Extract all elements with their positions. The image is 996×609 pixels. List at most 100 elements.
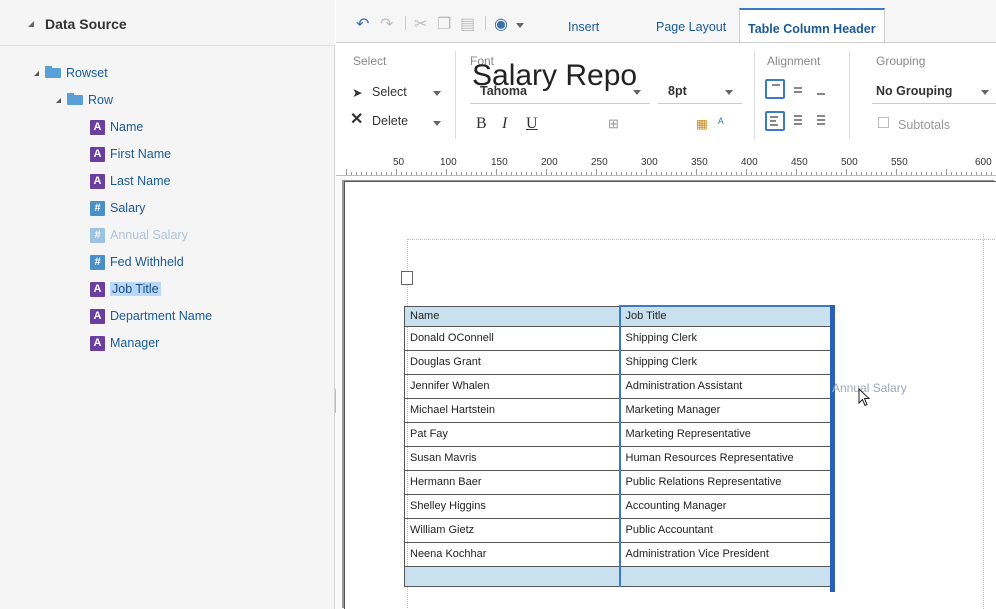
ruler-label: 400 — [741, 157, 758, 168]
chevron-down-icon[interactable] — [981, 90, 989, 95]
table-cell[interactable]: Michael Hartstein — [404, 397, 620, 423]
table-cell[interactable]: Administration Assistant — [618, 373, 832, 399]
field-manager[interactable]: A Manager — [90, 334, 159, 352]
tree-rowset[interactable]: Rowset — [34, 64, 108, 82]
table-cell[interactable]: Douglas Grant — [404, 349, 620, 375]
ruler-label: 450 — [791, 157, 808, 168]
table-cell[interactable]: Marketing Representative — [618, 421, 832, 447]
paste-icon[interactable]: ▤ — [460, 14, 475, 34]
number-type-icon: # — [90, 200, 105, 216]
ruler-label: 500 — [841, 157, 858, 168]
tree-row-label: Row — [88, 93, 114, 107]
grouping-group-label: Grouping — [876, 54, 926, 68]
report-table[interactable]: Name Job Title Donald OConnell Shipping Cle… — [404, 305, 832, 587]
text-type-icon: A — [90, 281, 105, 297]
undo-icon[interactable]: ↶ — [356, 14, 369, 34]
table-row[interactable]: Shelley Higgins Accounting Manager — [404, 493, 832, 519]
chevron-down-icon[interactable] — [516, 23, 524, 28]
table-row[interactable]: William Gietz Public Accountant — [404, 517, 832, 543]
table-row[interactable]: Douglas Grant Shipping Clerk — [404, 349, 832, 375]
font-color-icon[interactable]: ᴬ — [718, 116, 724, 130]
column-header-job-title[interactable]: Job Title — [618, 305, 832, 327]
ruler-label: 150 — [491, 157, 508, 168]
tab-table-column-header[interactable]: Table Column Header — [739, 8, 885, 43]
column-header-name[interactable]: Name — [404, 305, 620, 327]
field-fed-withheld[interactable]: # Fed Withheld — [90, 253, 184, 271]
field-label: Department Name — [110, 309, 213, 323]
expand-triangle-icon[interactable] — [56, 97, 61, 103]
table-footer-row[interactable] — [404, 565, 832, 587]
field-name[interactable]: A Name — [90, 118, 143, 136]
table-cell[interactable]: Susan Mavris — [404, 445, 620, 471]
table-row[interactable]: Michael Hartstein Marketing Manager — [404, 397, 832, 423]
preview-icon[interactable]: ◉ — [494, 14, 508, 34]
font-size-select[interactable]: 8pt — [658, 76, 742, 104]
delete-button[interactable]: Delete — [372, 114, 408, 128]
field-department-name[interactable]: A Department Name — [90, 307, 212, 325]
table-header-row[interactable]: Name Job Title — [404, 305, 832, 327]
table-cell[interactable]: Jennifer Whalen — [404, 373, 620, 399]
table-row[interactable]: Jennifer Whalen Administration Assistant — [404, 373, 832, 399]
tab-insert[interactable]: Insert — [568, 20, 599, 34]
tree-row[interactable]: Row — [56, 91, 113, 109]
data-source-header[interactable]: Data Source — [0, 0, 335, 46]
table-cell[interactable]: William Gietz — [404, 517, 620, 543]
report-title[interactable]: Salary Repo — [472, 59, 637, 93]
align-left-button[interactable] — [765, 111, 785, 131]
ruler-label: 50 — [393, 157, 405, 168]
table-cell[interactable]: Public Relations Representative — [618, 469, 832, 495]
align-center-button[interactable] — [789, 111, 809, 131]
table-cell[interactable]: Public Accountant — [618, 517, 832, 543]
table-cell[interactable] — [618, 565, 832, 587]
copy-layout-icon[interactable] — [398, 268, 413, 285]
chevron-down-icon[interactable] — [433, 121, 441, 126]
italic-button[interactable]: I — [502, 115, 507, 133]
select-button[interactable]: Select — [372, 85, 407, 99]
table-cell[interactable]: Donald OConnell — [404, 325, 620, 351]
table-cell[interactable]: Human Resources Representative — [618, 445, 832, 471]
tab-page-layout[interactable]: Page Layout — [656, 20, 726, 34]
table-cell[interactable]: Shipping Clerk — [618, 325, 832, 351]
select-group-label: Select — [353, 54, 387, 68]
field-annual-salary[interactable]: # Annual Salary — [90, 226, 188, 244]
field-salary[interactable]: # Salary — [90, 199, 145, 217]
table-cell[interactable]: Accounting Manager — [618, 493, 832, 519]
field-label: Salary — [110, 201, 146, 215]
table-cell[interactable]: Pat Fay — [404, 421, 620, 447]
table-row[interactable]: Neena Kochhar Administration Vice Preside… — [404, 541, 832, 567]
copy-icon[interactable]: ❐ — [437, 14, 451, 34]
table-row[interactable]: Hermann Baer Public Relations Representat… — [404, 469, 832, 495]
align-bottom-button[interactable] — [812, 79, 832, 99]
grouping-select[interactable]: No Grouping — [872, 76, 996, 104]
underline-button[interactable]: U — [526, 115, 538, 133]
redo-icon[interactable]: ↷ — [380, 14, 393, 34]
table-row[interactable]: Pat Fay Marketing Representative — [404, 421, 832, 447]
table-cell[interactable]: Shelley Higgins — [404, 493, 620, 519]
table-cell[interactable]: Hermann Baer — [404, 469, 620, 495]
background-color-icon[interactable]: ▦ — [696, 116, 708, 131]
cut-icon[interactable]: ✂ — [414, 14, 427, 34]
table-cell[interactable]: Neena Kochhar — [404, 541, 620, 567]
chevron-down-icon[interactable] — [433, 91, 441, 96]
bold-button[interactable]: B — [476, 115, 487, 133]
column-resize-bar[interactable] — [830, 305, 835, 592]
expand-triangle-icon[interactable] — [34, 70, 39, 76]
table-cell[interactable] — [404, 565, 620, 587]
folder-icon — [67, 93, 83, 105]
table-cell[interactable]: Marketing Manager — [618, 397, 832, 423]
table-cell[interactable]: Shipping Clerk — [618, 349, 832, 375]
mouse-cursor-icon — [858, 388, 871, 407]
subtotals-checkbox[interactable] — [878, 117, 889, 128]
table-row[interactable]: Donald OConnell Shipping Clerk — [404, 325, 832, 351]
table-row[interactable]: Susan Mavris Human Resources Representati… — [404, 445, 832, 471]
chevron-down-icon[interactable] — [725, 90, 733, 95]
align-right-button[interactable] — [812, 111, 832, 131]
table-cell[interactable]: Administration Vice President — [618, 541, 832, 567]
borders-icon[interactable]: ⊞ — [608, 116, 619, 132]
collapse-triangle-icon[interactable] — [28, 21, 34, 27]
align-middle-button[interactable] — [789, 79, 809, 99]
field-job-title[interactable]: A Job Title — [90, 280, 161, 298]
field-first-name[interactable]: A First Name — [90, 145, 171, 163]
align-top-button[interactable] — [765, 79, 785, 99]
field-last-name[interactable]: A Last Name — [90, 172, 170, 190]
